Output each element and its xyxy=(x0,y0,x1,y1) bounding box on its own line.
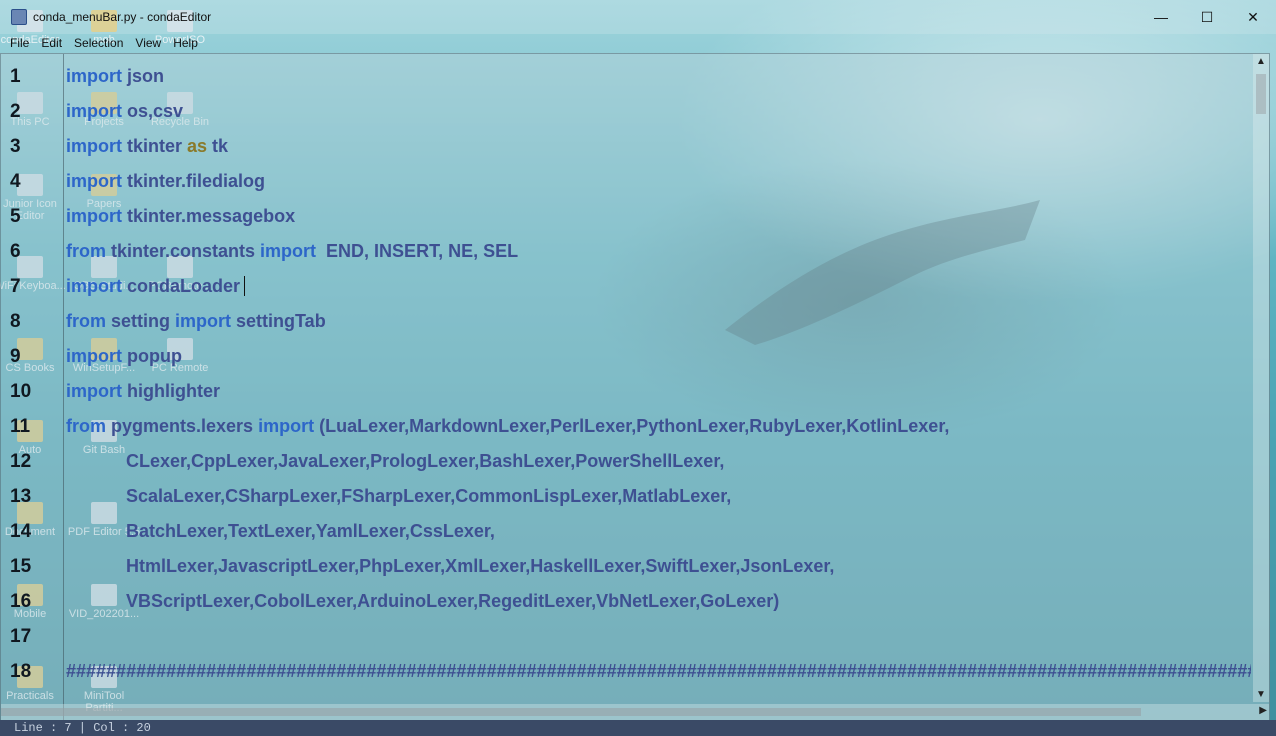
code-line: from setting import settingTab xyxy=(66,311,326,332)
menu-file[interactable]: File xyxy=(0,36,29,50)
status-bar: Line : 7 | Col : 20 xyxy=(0,720,1276,736)
code-text-area[interactable]: import json import os,csv import tkinter a… xyxy=(66,54,1251,720)
code-token: tkinter.filedialog xyxy=(122,171,266,191)
vertical-scrollbar[interactable]: ▲ ▼ xyxy=(1253,54,1269,702)
menu-selection[interactable]: Selection xyxy=(64,36,123,50)
line-number: 15 xyxy=(10,556,32,577)
line-number: 5 xyxy=(10,206,21,227)
line-number: 2 xyxy=(10,101,21,122)
code-line: from pygments.lexers import (LuaLexer,Ma… xyxy=(66,416,949,437)
keyword-token: import xyxy=(66,66,122,86)
code-token: tkinter.messagebox xyxy=(122,206,296,226)
code-token: popup xyxy=(122,346,182,366)
code-token: condaLoader xyxy=(122,276,241,296)
code-token: ########################################… xyxy=(66,661,1251,681)
code-line: BatchLexer,TextLexer,YamlLexer,CssLexer, xyxy=(66,521,495,542)
code-token: json xyxy=(122,66,165,86)
code-line: ########################################… xyxy=(66,661,1251,682)
keyword-token: import xyxy=(66,346,122,366)
app-icon xyxy=(11,9,27,25)
keyword-token: import xyxy=(66,136,122,156)
as-keyword-token: as xyxy=(187,136,208,156)
keyword-token: from xyxy=(66,311,106,331)
text-cursor xyxy=(244,276,246,296)
line-number: 7 xyxy=(10,276,21,297)
scroll-right-icon[interactable]: ▶ xyxy=(1259,705,1267,716)
line-number: 4 xyxy=(10,171,21,192)
line-number: 3 xyxy=(10,136,21,157)
code-token: tkinter.constants xyxy=(106,241,261,261)
close-button[interactable]: ✕ xyxy=(1230,0,1276,34)
keyword-token: from xyxy=(66,416,106,436)
code-line: import popup xyxy=(66,346,182,367)
menu-edit[interactable]: Edit xyxy=(31,36,62,50)
editor-window: conda_menuBar.py - condaEditor — ☐ ✕ Fil… xyxy=(0,0,1276,736)
menu-view[interactable]: View xyxy=(125,36,161,50)
code-line: import condaLoader xyxy=(66,276,246,297)
keyword-token: import xyxy=(258,416,315,436)
code-line: import json xyxy=(66,66,164,87)
vertical-scroll-thumb[interactable] xyxy=(1256,74,1266,114)
code-line: import tkinter as tk xyxy=(66,136,228,157)
keyword-token: from xyxy=(66,241,106,261)
line-number: 9 xyxy=(10,346,21,367)
line-number: 18 xyxy=(10,661,32,682)
code-token: tkinter xyxy=(122,136,188,156)
keyword-token: import xyxy=(66,381,122,401)
code-token: highlighter xyxy=(122,381,220,401)
code-line: CLexer,CppLexer,JavaLexer,PrologLexer,Ba… xyxy=(66,451,724,472)
keyword-token: import xyxy=(66,171,122,191)
line-number: 13 xyxy=(10,486,32,507)
horizontal-scrollbar[interactable]: ▶ xyxy=(1,704,1269,720)
code-token: settingTab xyxy=(231,311,326,331)
code-token: tk xyxy=(207,136,229,156)
code-token: END, INSERT, NE, SEL xyxy=(316,241,519,261)
keyword-token: import xyxy=(175,311,232,331)
keyword-token: import xyxy=(66,276,122,296)
editor-area: 1 2 3 4 5 6 7 8 9 10 11 12 13 14 15 16 17 18 import json i… xyxy=(0,53,1270,721)
line-number: 6 xyxy=(10,241,21,262)
code-token: CLexer,CppLexer,JavaLexer,PrologLexer,Ba… xyxy=(66,451,725,471)
keyword-token: import xyxy=(66,101,122,121)
code-line: import highlighter xyxy=(66,381,220,402)
code-line: from tkinter.constants import END, INSER… xyxy=(66,241,518,262)
code-token: os,csv xyxy=(122,101,184,121)
code-line: import os,csv xyxy=(66,101,183,122)
code-line: import tkinter.messagebox xyxy=(66,206,295,227)
code-line: ScalaLexer,CSharpLexer,FSharpLexer,Commo… xyxy=(66,486,731,507)
scroll-down-icon[interactable]: ▼ xyxy=(1256,689,1266,700)
code-line: import tkinter.filedialog xyxy=(66,171,265,192)
code-line: VBScriptLexer,CobolLexer,ArduinoLexer,Re… xyxy=(66,591,779,612)
code-token: ScalaLexer,CSharpLexer,FSharpLexer,Commo… xyxy=(66,486,732,506)
code-line: HtmlLexer,JavascriptLexer,PhpLexer,XmlLe… xyxy=(66,556,834,577)
horizontal-scroll-thumb[interactable] xyxy=(1,708,1141,716)
line-number: 11 xyxy=(10,416,31,437)
line-number: 12 xyxy=(10,451,32,472)
scroll-up-icon[interactable]: ▲ xyxy=(1256,56,1266,67)
code-token: BatchLexer,TextLexer,YamlLexer,CssLexer, xyxy=(66,521,495,541)
line-number: 8 xyxy=(10,311,21,332)
keyword-token: import xyxy=(66,206,122,226)
code-token: VBScriptLexer,CobolLexer,ArduinoLexer,Re… xyxy=(66,591,780,611)
menu-bar: File Edit Selection View Help xyxy=(0,34,1276,52)
line-number-gutter: 1 2 3 4 5 6 7 8 9 10 11 12 13 14 15 16 17 18 xyxy=(1,54,64,720)
line-number: 17 xyxy=(10,626,32,647)
window-controls: — ☐ ✕ xyxy=(1138,0,1276,34)
line-number: 10 xyxy=(10,381,32,402)
line-number: 16 xyxy=(10,591,32,612)
title-bar: conda_menuBar.py - condaEditor — ☐ ✕ xyxy=(0,0,1276,34)
line-number: 14 xyxy=(10,521,32,542)
menu-help[interactable]: Help xyxy=(163,36,198,50)
minimize-button[interactable]: — xyxy=(1138,0,1184,34)
keyword-token: import xyxy=(260,241,317,261)
code-token: setting xyxy=(106,311,176,331)
maximize-button[interactable]: ☐ xyxy=(1184,0,1230,34)
window-title: conda_menuBar.py - condaEditor xyxy=(33,10,212,24)
code-token: (LuaLexer,MarkdownLexer,PerlLexer,Python… xyxy=(314,416,950,436)
code-token: pygments.lexers xyxy=(106,416,259,436)
line-number: 1 xyxy=(10,66,21,87)
code-token: HtmlLexer,JavascriptLexer,PhpLexer,XmlLe… xyxy=(66,556,835,576)
